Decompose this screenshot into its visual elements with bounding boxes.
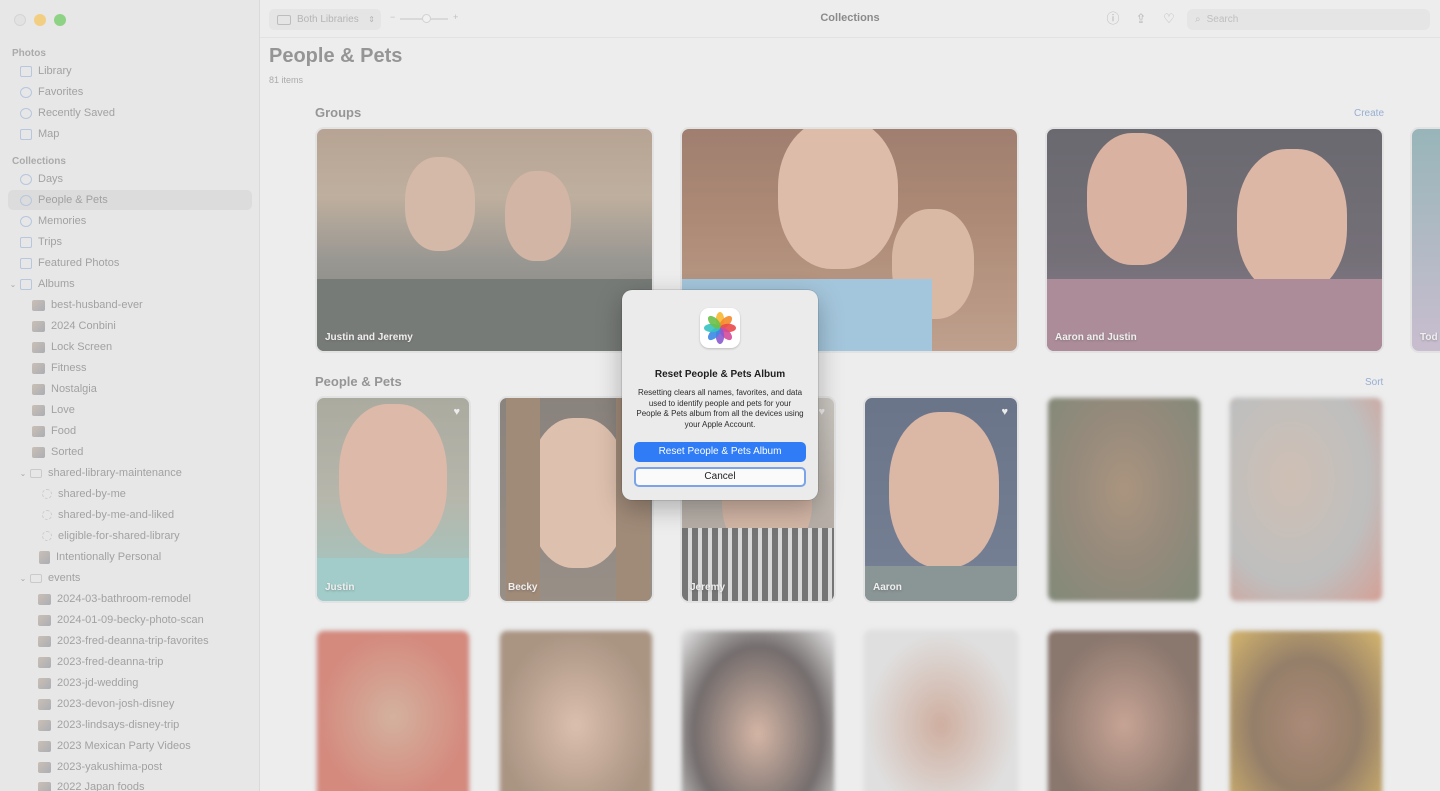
reset-album-button[interactable]: Reset People & Pets Album <box>634 442 806 462</box>
cancel-button[interactable]: Cancel <box>634 467 806 487</box>
dialog-message: Resetting clears all names, favorites, a… <box>636 388 804 429</box>
photos-app-icon <box>700 308 740 348</box>
dialog-title: Reset People & Pets Album <box>654 369 786 380</box>
reset-alert-dialog: Reset People & Pets Album Resetting clea… <box>622 290 818 500</box>
